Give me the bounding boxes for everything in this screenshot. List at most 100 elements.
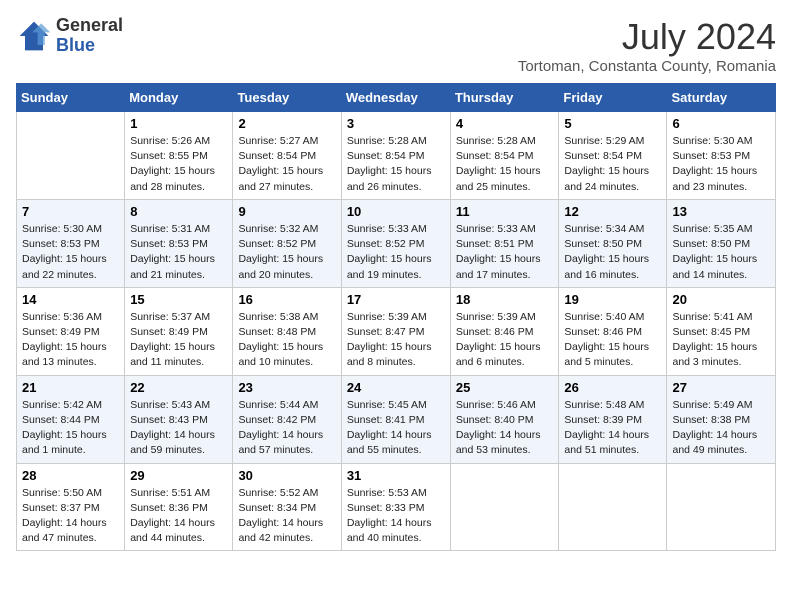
- day-number: 28: [22, 468, 119, 483]
- day-info: Sunrise: 5:48 AM Sunset: 8:39 PM Dayligh…: [564, 398, 661, 459]
- day-number: 12: [564, 204, 661, 219]
- day-cell: 7 Sunrise: 5:30 AM Sunset: 8:53 PM Daylig…: [17, 199, 125, 287]
- logo-blue: Blue: [56, 36, 123, 56]
- day-cell: 14 Sunrise: 5:36 AM Sunset: 8:49 PM Dayli…: [17, 287, 125, 375]
- day-number: 20: [672, 292, 770, 307]
- day-info: Sunrise: 5:44 AM Sunset: 8:42 PM Dayligh…: [238, 398, 335, 459]
- header-friday: Friday: [559, 84, 667, 112]
- day-info: Sunrise: 5:43 AM Sunset: 8:43 PM Dayligh…: [130, 398, 227, 459]
- day-info: Sunrise: 5:30 AM Sunset: 8:53 PM Dayligh…: [672, 134, 770, 195]
- day-cell: [450, 463, 559, 551]
- day-info: Sunrise: 5:28 AM Sunset: 8:54 PM Dayligh…: [456, 134, 554, 195]
- logo-icon: [16, 18, 52, 54]
- day-number: 25: [456, 380, 554, 395]
- day-number: 18: [456, 292, 554, 307]
- day-cell: 8 Sunrise: 5:31 AM Sunset: 8:53 PM Daylig…: [125, 199, 233, 287]
- day-number: 5: [564, 116, 661, 131]
- day-info: Sunrise: 5:37 AM Sunset: 8:49 PM Dayligh…: [130, 310, 227, 371]
- day-info: Sunrise: 5:36 AM Sunset: 8:49 PM Dayligh…: [22, 310, 119, 371]
- day-number: 22: [130, 380, 227, 395]
- day-info: Sunrise: 5:39 AM Sunset: 8:46 PM Dayligh…: [456, 310, 554, 371]
- day-cell: [17, 112, 125, 200]
- day-number: 21: [22, 380, 119, 395]
- day-number: 30: [238, 468, 335, 483]
- day-number: 29: [130, 468, 227, 483]
- day-info: Sunrise: 5:52 AM Sunset: 8:34 PM Dayligh…: [238, 486, 335, 547]
- day-number: 7: [22, 204, 119, 219]
- day-cell: 17 Sunrise: 5:39 AM Sunset: 8:47 PM Dayli…: [341, 287, 450, 375]
- day-cell: 20 Sunrise: 5:41 AM Sunset: 8:45 PM Dayli…: [667, 287, 776, 375]
- day-cell: 12Sunrise: 5:34 AM Sunset: 8:50 PM Dayli…: [559, 199, 667, 287]
- day-info: Sunrise: 5:46 AM Sunset: 8:40 PM Dayligh…: [456, 398, 554, 459]
- day-cell: 31Sunrise: 5:53 AM Sunset: 8:33 PM Dayli…: [341, 463, 450, 551]
- week-row-3: 14 Sunrise: 5:36 AM Sunset: 8:49 PM Dayli…: [17, 287, 776, 375]
- header-monday: Monday: [125, 84, 233, 112]
- day-info: Sunrise: 5:42 AM Sunset: 8:44 PM Dayligh…: [22, 398, 119, 459]
- month-year: July 2024: [518, 16, 776, 58]
- day-info: Sunrise: 5:40 AM Sunset: 8:46 PM Dayligh…: [564, 310, 661, 371]
- week-row-1: 1 Sunrise: 5:26 AM Sunset: 8:55 PM Daylig…: [17, 112, 776, 200]
- day-cell: [667, 463, 776, 551]
- day-number: 17: [347, 292, 445, 307]
- logo: General Blue: [16, 16, 123, 56]
- day-info: Sunrise: 5:45 AM Sunset: 8:41 PM Dayligh…: [347, 398, 445, 459]
- day-number: 4: [456, 116, 554, 131]
- day-info: Sunrise: 5:32 AM Sunset: 8:52 PM Dayligh…: [238, 222, 335, 283]
- day-info: Sunrise: 5:28 AM Sunset: 8:54 PM Dayligh…: [347, 134, 445, 195]
- day-info: Sunrise: 5:26 AM Sunset: 8:55 PM Dayligh…: [130, 134, 227, 195]
- page-header: General Blue July 2024 Tortoman, Constan…: [16, 16, 776, 75]
- day-info: Sunrise: 5:38 AM Sunset: 8:48 PM Dayligh…: [238, 310, 335, 371]
- day-cell: 3 Sunrise: 5:28 AM Sunset: 8:54 PM Daylig…: [341, 112, 450, 200]
- day-cell: 18 Sunrise: 5:39 AM Sunset: 8:46 PM Dayli…: [450, 287, 559, 375]
- day-cell: 10Sunrise: 5:33 AM Sunset: 8:52 PM Dayli…: [341, 199, 450, 287]
- day-cell: 2 Sunrise: 5:27 AM Sunset: 8:54 PM Daylig…: [233, 112, 341, 200]
- day-number: 1: [130, 116, 227, 131]
- logo-general: General: [56, 16, 123, 36]
- day-cell: 26 Sunrise: 5:48 AM Sunset: 8:39 PM Dayli…: [559, 375, 667, 463]
- day-number: 26: [564, 380, 661, 395]
- day-cell: 11Sunrise: 5:33 AM Sunset: 8:51 PM Dayli…: [450, 199, 559, 287]
- calendar-table: SundayMondayTuesdayWednesdayThursdayFrid…: [16, 83, 776, 551]
- day-info: Sunrise: 5:29 AM Sunset: 8:54 PM Dayligh…: [564, 134, 661, 195]
- day-info: Sunrise: 5:33 AM Sunset: 8:51 PM Dayligh…: [456, 222, 554, 283]
- day-number: 13: [672, 204, 770, 219]
- day-info: Sunrise: 5:41 AM Sunset: 8:45 PM Dayligh…: [672, 310, 770, 371]
- day-cell: [559, 463, 667, 551]
- day-info: Sunrise: 5:33 AM Sunset: 8:52 PM Dayligh…: [347, 222, 445, 283]
- header-thursday: Thursday: [450, 84, 559, 112]
- day-number: 8: [130, 204, 227, 219]
- header-tuesday: Tuesday: [233, 84, 341, 112]
- day-info: Sunrise: 5:50 AM Sunset: 8:37 PM Dayligh…: [22, 486, 119, 547]
- week-row-2: 7 Sunrise: 5:30 AM Sunset: 8:53 PM Daylig…: [17, 199, 776, 287]
- header-saturday: Saturday: [667, 84, 776, 112]
- header-sunday: Sunday: [17, 84, 125, 112]
- day-cell: 23 Sunrise: 5:44 AM Sunset: 8:42 PM Dayli…: [233, 375, 341, 463]
- day-cell: 9Sunrise: 5:32 AM Sunset: 8:52 PM Daylig…: [233, 199, 341, 287]
- day-info: Sunrise: 5:27 AM Sunset: 8:54 PM Dayligh…: [238, 134, 335, 195]
- day-number: 6: [672, 116, 770, 131]
- day-cell: 6 Sunrise: 5:30 AM Sunset: 8:53 PM Daylig…: [667, 112, 776, 200]
- day-cell: 1 Sunrise: 5:26 AM Sunset: 8:55 PM Daylig…: [125, 112, 233, 200]
- day-number: 15: [130, 292, 227, 307]
- day-info: Sunrise: 5:51 AM Sunset: 8:36 PM Dayligh…: [130, 486, 227, 547]
- day-number: 23: [238, 380, 335, 395]
- day-info: Sunrise: 5:53 AM Sunset: 8:33 PM Dayligh…: [347, 486, 445, 547]
- day-cell: 25 Sunrise: 5:46 AM Sunset: 8:40 PM Dayli…: [450, 375, 559, 463]
- day-cell: 27Sunrise: 5:49 AM Sunset: 8:38 PM Dayli…: [667, 375, 776, 463]
- location: Tortoman, Constanta County, Romania: [518, 58, 776, 75]
- day-number: 14: [22, 292, 119, 307]
- day-info: Sunrise: 5:39 AM Sunset: 8:47 PM Dayligh…: [347, 310, 445, 371]
- day-info: Sunrise: 5:30 AM Sunset: 8:53 PM Dayligh…: [22, 222, 119, 283]
- day-cell: 13 Sunrise: 5:35 AM Sunset: 8:50 PM Dayli…: [667, 199, 776, 287]
- day-number: 2: [238, 116, 335, 131]
- day-cell: 19Sunrise: 5:40 AM Sunset: 8:46 PM Dayli…: [559, 287, 667, 375]
- day-info: Sunrise: 5:35 AM Sunset: 8:50 PM Dayligh…: [672, 222, 770, 283]
- day-cell: 16 Sunrise: 5:38 AM Sunset: 8:48 PM Dayli…: [233, 287, 341, 375]
- day-number: 3: [347, 116, 445, 131]
- day-cell: 21 Sunrise: 5:42 AM Sunset: 8:44 PM Dayli…: [17, 375, 125, 463]
- day-number: 16: [238, 292, 335, 307]
- day-info: Sunrise: 5:49 AM Sunset: 8:38 PM Dayligh…: [672, 398, 770, 459]
- day-cell: 28 Sunrise: 5:50 AM Sunset: 8:37 PM Dayli…: [17, 463, 125, 551]
- day-info: Sunrise: 5:31 AM Sunset: 8:53 PM Dayligh…: [130, 222, 227, 283]
- week-row-5: 28 Sunrise: 5:50 AM Sunset: 8:37 PM Dayli…: [17, 463, 776, 551]
